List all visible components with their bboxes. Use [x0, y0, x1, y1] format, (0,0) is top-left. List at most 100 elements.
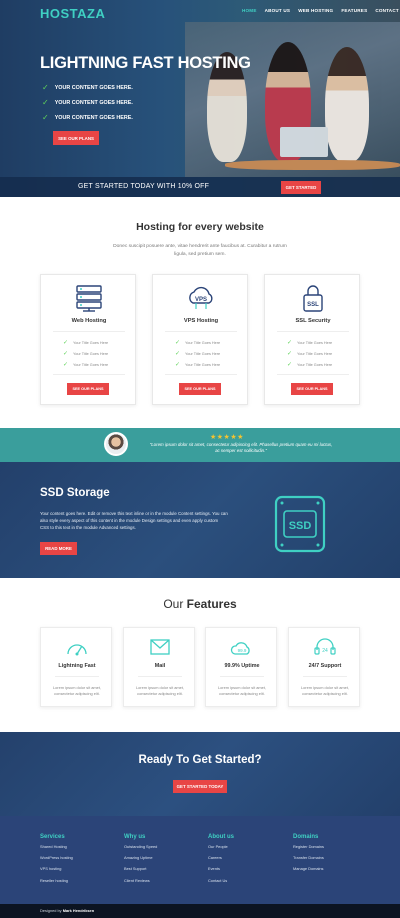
nav-web-hosting[interactable]: WEB HOSTING [298, 8, 333, 13]
hero-bullet: ✓ YOUR CONTENT GOES HERE. [42, 98, 133, 107]
list-item: ✓ Your Title Goes Here [175, 340, 221, 346]
card-title: Mail [154, 663, 166, 669]
card-text: Lorem ipsum dolor sit amet, consectetur … [300, 685, 349, 696]
support-24-icon: 24 [314, 638, 336, 655]
list-item: ✓ Your Title Goes Here [175, 351, 221, 357]
divider [165, 374, 237, 375]
footer-link[interactable]: Transfer Domains [293, 855, 324, 866]
designer-link[interactable]: Mark Hendriksen [63, 908, 94, 913]
list-item: ✓ Your Title Goes Here [287, 340, 333, 346]
card-title: SSL Security [295, 318, 331, 324]
footer-col-domains: Domains Register Domains Transfer Domain… [293, 834, 324, 878]
list-item: ✓ Your Title Goes Here [175, 362, 221, 368]
divider [55, 676, 99, 677]
footer-heading: Domains [293, 834, 319, 840]
footer-heading: Services [40, 834, 65, 840]
hosting-card-ssl: SSL SSL Security ✓ Your Title Goes Here ✓… [264, 274, 360, 405]
get-started-button[interactable]: GET STARTED [281, 181, 321, 194]
divider [303, 676, 347, 677]
nav-contact[interactable]: CONTACT [375, 8, 399, 13]
svg-text:99.9: 99.9 [238, 648, 247, 653]
footer-link[interactable]: Contact Us [208, 878, 234, 889]
footer-link[interactable]: Manage Domains [293, 866, 324, 877]
footer-link[interactable]: Client Reviews [124, 878, 157, 889]
footer-link[interactable]: Careers [208, 855, 234, 866]
check-icon: ✓ [42, 83, 49, 92]
nav-about-us[interactable]: ABOUT US [265, 8, 291, 13]
see-plans-button[interactable]: SEE OUR PLANS [291, 383, 333, 395]
check-icon: ✓ [42, 113, 49, 122]
footer-link[interactable]: Shared Hosting [40, 844, 73, 855]
card-title: Web Hosting [71, 318, 107, 324]
avatar [104, 432, 128, 456]
svg-text:VPS: VPS [195, 297, 207, 303]
feature-list: ✓ Your Title Goes Here ✓ Your Title Goes H… [63, 337, 108, 370]
check-icon: ✓ [287, 340, 293, 346]
check-icon: ✓ [175, 351, 181, 357]
check-icon: ✓ [287, 362, 293, 368]
feature-card-support: 24 24/7 Support Lorem ipsum dolor sit am… [288, 627, 360, 707]
footer-link[interactable]: Best Support [124, 866, 157, 877]
svg-text:24: 24 [322, 648, 328, 654]
site-logo[interactable]: HOSTAZA [40, 6, 105, 21]
nav-features[interactable]: FEATURES [341, 8, 367, 13]
check-icon: ✓ [42, 98, 49, 107]
divider [53, 374, 125, 375]
footer-heading: About us [208, 834, 234, 840]
check-icon: ✓ [63, 351, 69, 357]
footer-link[interactable]: Register Domains [293, 844, 324, 855]
hosting-title: Hosting for every website [136, 221, 264, 233]
see-plans-button[interactable]: SEE OUR PLANS [67, 383, 109, 395]
read-more-button[interactable]: READ MORE [40, 542, 77, 555]
uptime-cloud-icon: 99.9 [230, 642, 250, 655]
footer-link[interactable]: Our People [208, 844, 234, 855]
feature-card-speed: Lightning Fast Lorem ipsum dolor sit ame… [40, 627, 112, 707]
feature-list: ✓ Your Title Goes Here ✓ Your Title Goes H… [287, 337, 332, 370]
hero-bullet: ✓ YOUR CONTENT GOES HERE. [42, 113, 133, 122]
svg-text:SSD: SSD [289, 520, 312, 532]
vps-cloud-icon: VPS [189, 286, 213, 309]
footer-col-why-us: Why us Outstanding Speed Amazing Uptime … [124, 834, 157, 889]
nav-home[interactable]: HOME [242, 8, 257, 13]
designer-credit: Designed by Mark Hendriksen [40, 908, 95, 913]
feature-list: ✓ Your Title Goes Here ✓ Your Title Goes H… [175, 337, 220, 370]
cta-title: Ready To Get Started? [138, 754, 262, 766]
card-text: Lorem ipsum dolor sit amet, consectetur … [52, 685, 101, 696]
card-text: Lorem ipsum dolor sit amet, consectetur … [217, 685, 266, 696]
footer-link[interactable]: WordPress hosting [40, 855, 73, 866]
svg-text:SSL: SSL [307, 302, 319, 308]
ssd-text: Your content goes here. Edit or remove t… [40, 511, 228, 530]
ssl-lock-icon: SSL [303, 285, 323, 312]
list-item: ✓ Your Title Goes Here [63, 340, 109, 346]
speedometer-icon [67, 644, 87, 656]
hosting-card-vps: VPS VPS Hosting ✓ Your Title Goes Here ✓ Y… [152, 274, 248, 405]
footer-col-services: Services Shared Hosting WordPress hostin… [40, 834, 73, 889]
footer-link[interactable]: VPS hosting [40, 866, 73, 877]
server-icon [76, 285, 102, 312]
star-rating: ★★★★★ [210, 434, 244, 441]
hero-photo [185, 22, 400, 177]
footer-col-about-us: About us Our People Careers Events Conta… [208, 834, 234, 889]
mail-icon [150, 639, 170, 655]
hero-bullet: ✓ YOUR CONTENT GOES HERE. [42, 83, 133, 92]
footer-link[interactable]: Reseller hosting [40, 878, 73, 889]
features-title: Our Features [163, 597, 237, 611]
see-plans-button[interactable]: SEE OUR PLANS [53, 131, 99, 145]
feature-card-mail: Mail Lorem ipsum dolor sit amet, consect… [123, 627, 195, 707]
cta-section [0, 732, 400, 816]
card-title: VPS Hosting [183, 318, 219, 324]
main-nav: HOME ABOUT US WEB HOSTING FEATURES CONTA… [242, 8, 399, 13]
promo-text: GET STARTED TODAY WITH 10% OFF [78, 183, 210, 190]
list-item: ✓ Your Title Goes Here [287, 362, 333, 368]
hosting-card-web: Web Hosting ✓ Your Title Goes Here ✓ Your … [40, 274, 136, 405]
check-icon: ✓ [175, 340, 181, 346]
get-started-today-button[interactable]: GET STARTED TODAY [173, 780, 227, 793]
footer-link[interactable]: Outstanding Speed [124, 844, 157, 855]
see-plans-button[interactable]: SEE OUR PLANS [179, 383, 221, 395]
hero-bullets: ✓ YOUR CONTENT GOES HERE. ✓ YOUR CONTENT G… [42, 80, 133, 125]
footer-link[interactable]: Amazing Uptime [124, 855, 157, 866]
footer-link[interactable]: Events [208, 866, 234, 877]
divider [277, 374, 349, 375]
check-icon: ✓ [63, 362, 69, 368]
list-item: ✓ Your Title Goes Here [287, 351, 333, 357]
